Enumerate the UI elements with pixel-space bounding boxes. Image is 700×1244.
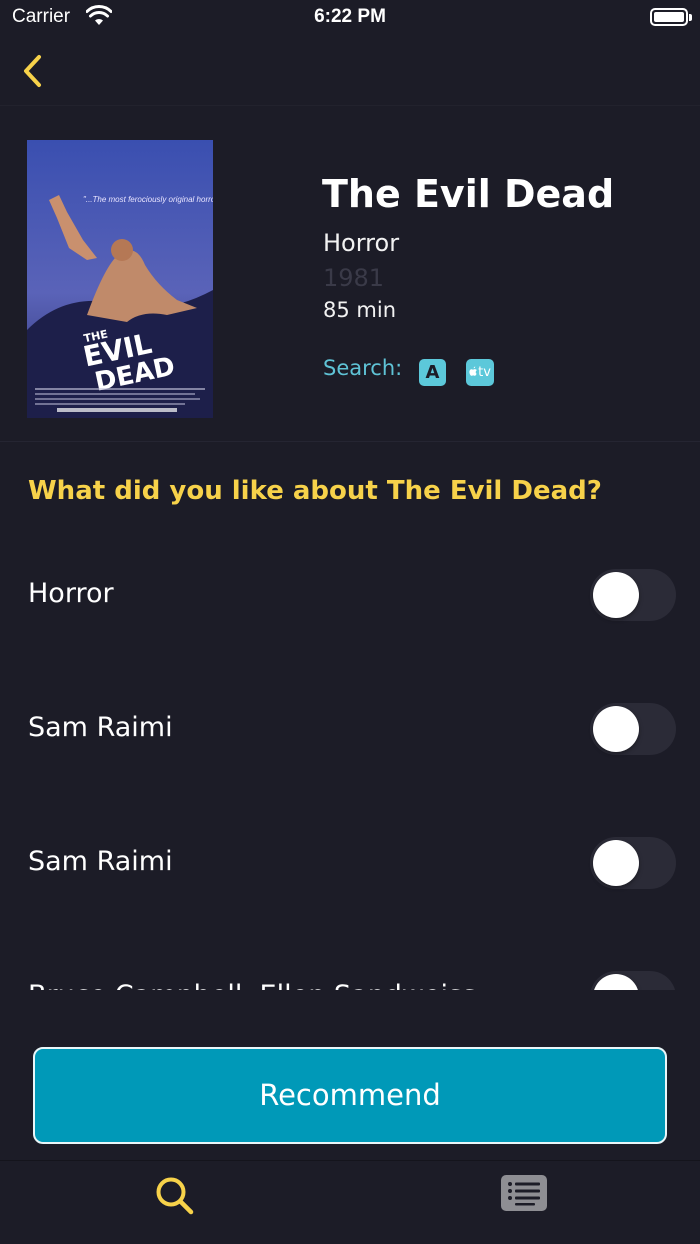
toggle-label: Sam Raimi [28, 846, 173, 877]
toggle-knob [593, 840, 639, 886]
apple-icon [469, 366, 477, 376]
preference-list[interactable]: Horror Sam Raimi Sam Raimi Bruce Campbel… [0, 528, 700, 990]
toggle-label: Bruce Campbell, Ellen Sandweiss [28, 980, 476, 990]
amazon-search-button[interactable]: A [419, 359, 446, 386]
apple-tv-label: tv [478, 365, 491, 380]
list-item: Sam Raimi [0, 662, 700, 796]
toggle-knob [593, 572, 639, 618]
tab-bar [0, 1160, 700, 1244]
movie-year: 1981 [323, 264, 385, 292]
list-item: Bruce Campbell, Ellen Sandweiss [0, 930, 700, 990]
toggle-switch[interactable] [590, 569, 676, 621]
movie-title: The Evil Dead [322, 172, 615, 216]
movie-poster: "...The most ferociously original horror… [27, 140, 213, 418]
apple-tv-search-button[interactable]: tv [466, 359, 494, 386]
movie-genre: Horror [323, 229, 400, 257]
navigation-bar [0, 36, 700, 106]
search-label: Search: [323, 356, 403, 380]
toggle-switch[interactable] [590, 703, 676, 755]
header-divider [0, 441, 700, 442]
back-chevron-icon[interactable] [18, 52, 48, 90]
clock: 6:22 PM [314, 6, 386, 27]
toggle-switch[interactable] [590, 971, 676, 990]
poster-tagline: "...The most ferociously original horror… [83, 195, 213, 204]
toggle-switch[interactable] [590, 837, 676, 889]
status-bar: Carrier 6:22 PM [0, 0, 700, 36]
search-icon[interactable] [152, 1173, 198, 1219]
list-item: Sam Raimi [0, 796, 700, 930]
list-item: Horror [0, 528, 700, 662]
recommend-button[interactable]: Recommend [33, 1047, 667, 1144]
toggle-knob [593, 974, 639, 990]
toggle-label: Sam Raimi [28, 712, 173, 743]
toggle-knob [593, 706, 639, 752]
toggle-label: Horror [28, 578, 114, 609]
list-icon[interactable] [501, 1175, 547, 1211]
movie-runtime: 85 min [323, 298, 396, 322]
battery-icon [650, 8, 692, 26]
question-heading: What did you like about The Evil Dead? [28, 476, 602, 506]
